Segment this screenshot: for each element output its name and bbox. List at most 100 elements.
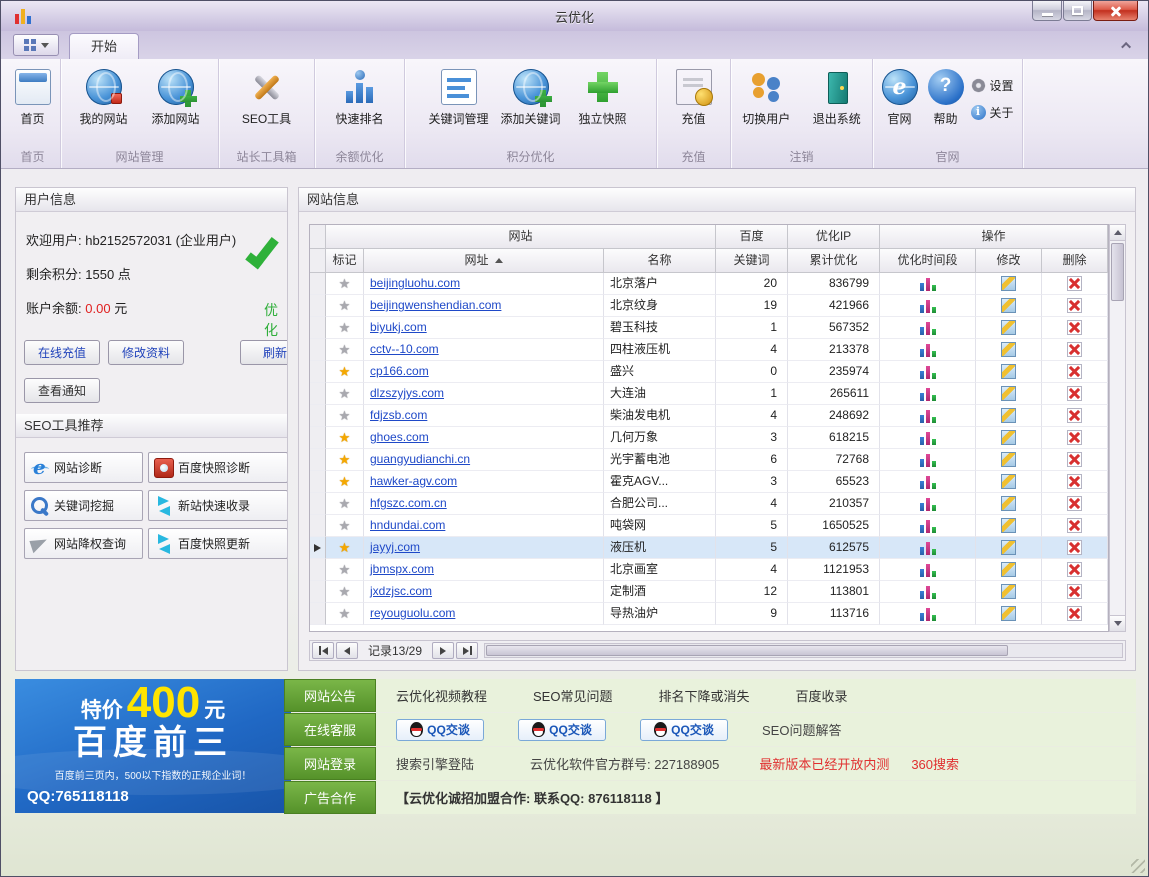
edit-icon[interactable] [1001,276,1016,291]
site-url-link[interactable]: reyouguolu.com [370,606,455,620]
edit-icon[interactable] [1001,320,1016,335]
table-row[interactable]: hndundai.com 吨袋网 5 1650525 [310,515,1108,537]
table-row[interactable]: fdjzsb.com 柴油发电机 4 248692 [310,405,1108,427]
optimization-chart-icon[interactable] [918,364,937,379]
header-mark[interactable]: 标记 [326,249,364,273]
table-row[interactable]: jxdzjsc.com 定制酒 12 113801 [310,581,1108,603]
edit-icon[interactable] [1001,430,1016,445]
optimization-chart-icon[interactable] [918,540,937,555]
header-edit[interactable]: 修改 [976,249,1042,273]
edit-icon[interactable] [1001,408,1016,423]
first-record-button[interactable] [312,642,334,659]
my-sites-button[interactable]: 我的网站 [68,65,140,145]
previous-record-button[interactable] [336,642,358,659]
scrollbar-thumb[interactable] [486,645,1008,656]
optimization-chart-icon[interactable] [918,430,937,445]
delete-icon[interactable] [1067,364,1082,379]
maximize-button[interactable] [1063,1,1092,21]
table-row[interactable]: ghoes.com 几何万象 3 618215 [310,427,1108,449]
qq-chat-button[interactable]: QQ交谈 [518,719,606,741]
edit-icon[interactable] [1001,298,1016,313]
optimization-chart-icon[interactable] [918,562,937,577]
delete-icon[interactable] [1067,518,1082,533]
snapshot-button[interactable]: 独立快照 [567,65,639,145]
site-url-link[interactable]: jayyj.com [370,540,420,554]
table-row[interactable]: beijingluohu.com 北京落户 20 836799 [310,273,1108,295]
delete-icon[interactable] [1067,540,1082,555]
table-row[interactable]: hfgszc.com.cn 合肥公司... 4 210357 [310,493,1108,515]
notice-link[interactable]: SEO常见问题 [533,686,612,705]
star-cell[interactable] [326,405,364,427]
site-url-link[interactable]: jbmspx.com [370,562,434,576]
star-cell[interactable] [326,515,364,537]
star-cell[interactable] [326,603,364,625]
table-row[interactable]: biyukj.com 碧玉科技 1 567352 [310,317,1108,339]
table-row[interactable]: hawker-agv.com 霍克AGV... 3 65523 [310,471,1108,493]
edit-icon[interactable] [1001,386,1016,401]
vertical-scrollbar[interactable] [1109,224,1126,632]
edit-icon[interactable] [1001,364,1016,379]
keyword-manager-button[interactable]: 关键词管理 [423,65,495,145]
header-name[interactable]: 名称 [604,249,716,273]
star-cell[interactable] [326,559,364,581]
notice-link[interactable]: 云优化视频教程 [396,686,487,705]
delete-icon[interactable] [1067,496,1082,511]
site-diagnose-button[interactable]: 网站诊断 [24,452,143,483]
optimization-chart-icon[interactable] [918,298,937,313]
site-url-link[interactable]: jxdzjsc.com [370,584,432,598]
qq-chat-button[interactable]: QQ交谈 [640,719,728,741]
star-cell[interactable] [326,273,364,295]
ribbon-collapse-button[interactable] [1118,37,1136,53]
scroll-up-button[interactable] [1110,225,1125,241]
delete-icon[interactable] [1067,276,1082,291]
star-cell[interactable] [326,339,364,361]
next-record-button[interactable] [432,642,454,659]
header-operation-group[interactable]: 操作 [880,225,1108,249]
site-url-link[interactable]: guangyudianchi.cn [370,452,470,466]
close-button[interactable] [1093,1,1138,21]
header-site-group[interactable]: 网站 [326,225,716,249]
table-row[interactable]: guangyudianchi.cn 光宇蓄电池 6 72768 [310,449,1108,471]
titlebar[interactable]: 云优化 [1,1,1148,31]
site-url-link[interactable]: beijingluohu.com [370,276,460,290]
delete-icon[interactable] [1067,342,1082,357]
minimize-button[interactable] [1032,1,1062,21]
site-url-link[interactable]: hndundai.com [370,518,445,532]
header-period[interactable]: 优化时间段 [880,249,976,273]
table-row[interactable]: dlzszyjys.com 大连油 1 265611 [310,383,1108,405]
optimization-chart-icon[interactable] [918,474,937,489]
edit-icon[interactable] [1001,562,1016,577]
star-cell[interactable] [326,449,364,471]
optimization-chart-icon[interactable] [918,606,937,621]
scrollbar-thumb[interactable] [1111,243,1124,301]
notice-link[interactable]: 百度收录 [796,686,848,705]
scroll-down-button[interactable] [1110,615,1125,631]
edit-icon[interactable] [1001,606,1016,621]
edit-icon[interactable] [1001,540,1016,555]
star-cell[interactable] [326,537,364,559]
table-row[interactable]: cctv--10.com 四柱液压机 4 213378 [310,339,1108,361]
star-cell[interactable] [326,317,364,339]
optimization-chart-icon[interactable] [918,496,937,511]
horizontal-scrollbar[interactable] [484,643,1123,658]
star-cell[interactable] [326,295,364,317]
star-cell[interactable] [326,581,364,603]
table-row[interactable]: jayyj.com 液压机 5 612575 [310,537,1108,559]
delete-icon[interactable] [1067,408,1082,423]
settings-button[interactable]: 设置 [971,77,1017,94]
edit-icon[interactable] [1001,496,1016,511]
home-button[interactable]: 首页 [8,65,58,145]
demotion-check-button[interactable]: 网站降权查询 [24,528,143,559]
header-total[interactable]: 累计优化 [788,249,880,273]
table-row[interactable]: cp166.com 盛兴 0 235974 [310,361,1108,383]
optimization-chart-icon[interactable] [918,342,937,357]
recharge-button[interactable]: 充值 [664,65,724,145]
table-row[interactable]: reyouguolu.com 导热油炉 9 113716 [310,603,1108,625]
site-url-link[interactable]: hfgszc.com.cn [370,496,447,510]
optimization-chart-icon[interactable] [918,408,937,423]
site-url-link[interactable]: beijingwenshendian.com [370,298,501,312]
seo-tools-button[interactable]: SEO工具 [227,65,307,145]
site-url-link[interactable]: biyukj.com [370,320,427,334]
add-site-button[interactable]: 添加网站 [140,65,212,145]
optimization-chart-icon[interactable] [918,584,937,599]
